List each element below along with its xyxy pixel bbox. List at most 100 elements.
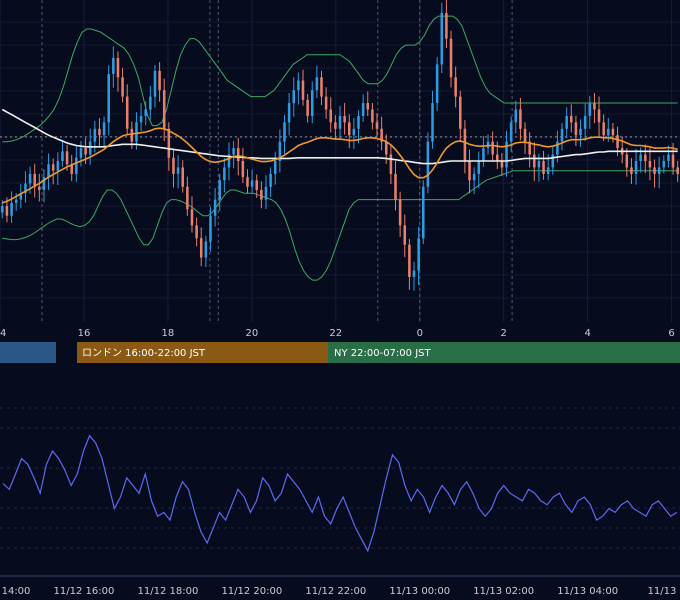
candle-body — [218, 180, 221, 200]
candle-body — [593, 103, 596, 110]
oscillator-x-tick-label: 11/12 14:00 — [0, 586, 30, 597]
candle-body — [398, 199, 402, 226]
candle-body — [630, 167, 633, 174]
candle-body — [334, 122, 337, 129]
candle-body — [65, 151, 69, 165]
candle-body — [1, 206, 4, 213]
candle-body — [324, 96, 328, 110]
candle-body — [306, 99, 309, 116]
candle-body — [204, 241, 208, 258]
candle-body — [241, 161, 245, 178]
candle-body — [112, 57, 115, 75]
candle-body — [468, 161, 471, 181]
candle-body — [546, 167, 550, 174]
candle-body — [273, 161, 277, 174]
candle-body — [172, 157, 175, 174]
candle-body — [551, 154, 555, 168]
candle-body — [639, 154, 642, 161]
candle-body — [236, 148, 240, 161]
oscillator-x-tick-label: 11/12 20:00 — [221, 586, 282, 597]
candle-body — [320, 77, 323, 97]
candle-body — [255, 180, 259, 190]
candle-body — [644, 154, 647, 161]
candle-body — [158, 70, 161, 91]
candle-body — [477, 161, 481, 174]
candle-body — [537, 161, 541, 168]
candle-body — [310, 90, 314, 116]
candle-body — [130, 128, 134, 142]
candle-body — [338, 115, 342, 129]
candle-body — [287, 103, 291, 123]
price-x-tick-label: 20 — [245, 328, 258, 339]
candle-body — [574, 122, 578, 136]
candle-body — [107, 74, 110, 123]
candle-body — [491, 141, 494, 155]
candle-body — [56, 161, 60, 171]
candle-body — [38, 186, 41, 190]
candle-body — [597, 109, 601, 123]
candle-body — [384, 141, 388, 155]
candle-body — [347, 122, 351, 136]
candle-body — [408, 244, 411, 277]
candle-body — [500, 161, 504, 168]
candle-body — [394, 173, 397, 200]
candle-body — [246, 177, 249, 187]
candle-body — [135, 122, 138, 142]
candle-body — [602, 122, 605, 136]
price-x-tick-label: 0 — [417, 328, 423, 339]
candle-body — [167, 128, 171, 158]
candle-body — [149, 96, 152, 110]
candle-body — [616, 135, 619, 149]
price-x-tick-label: 22 — [329, 328, 342, 339]
oscillator-x-axis: 11/12 14:00 11/12 16:00 11/12 18:00 11/12 2… — [0, 586, 680, 597]
candle-body — [648, 161, 652, 168]
candle-body — [93, 128, 97, 142]
oscillator-x-tick-label: 11/13 06: — [648, 586, 680, 597]
candle-body — [75, 157, 78, 174]
candle-body — [417, 238, 420, 271]
candle-body — [371, 109, 374, 123]
candle-body — [199, 238, 203, 258]
candle-body — [116, 57, 120, 78]
candle-body — [496, 154, 499, 161]
price-x-tick-label: 2 — [501, 328, 507, 339]
candle-body — [435, 64, 439, 104]
candle-body — [523, 128, 527, 142]
candle-body — [195, 225, 198, 239]
oscillator-x-tick-label: 11/13 00:00 — [389, 586, 450, 597]
candle-body — [412, 270, 416, 277]
price-x-tick-label: 4 — [584, 328, 590, 339]
candle-body — [588, 103, 592, 116]
candle-body — [10, 202, 13, 216]
candle-body — [662, 161, 666, 168]
candle-body — [560, 128, 564, 142]
candle-body — [213, 199, 217, 216]
oscillator-x-tick-label: 11/12 22:00 — [305, 586, 366, 597]
candle-body — [139, 115, 143, 123]
candle-body — [445, 12, 448, 39]
candle-body — [361, 103, 365, 116]
candle-body — [260, 189, 263, 200]
oscillator-x-tick-label: 11/12 16:00 — [54, 586, 115, 597]
candle-body — [223, 167, 226, 181]
candle-body — [232, 148, 235, 155]
candle-body — [509, 122, 513, 142]
candle-body — [292, 90, 296, 104]
candle-body — [264, 186, 268, 200]
candle-body — [283, 122, 286, 142]
candle-body — [431, 103, 434, 142]
candle-body — [343, 115, 346, 123]
candle-body — [28, 173, 32, 184]
candle-body — [269, 173, 272, 187]
candle-body — [440, 12, 444, 65]
candle-body — [634, 161, 638, 174]
ny-session-label: NY 22:00-07:00 JST — [334, 348, 431, 359]
candle-body — [352, 128, 356, 136]
candle-body — [14, 199, 18, 203]
oscillator-x-tick-label: 11/13 04:00 — [557, 586, 618, 597]
candle-body — [403, 225, 407, 245]
candle-body — [366, 103, 370, 110]
candle-body — [421, 186, 425, 239]
candle-body — [653, 167, 656, 174]
chart-background — [0, 0, 680, 600]
